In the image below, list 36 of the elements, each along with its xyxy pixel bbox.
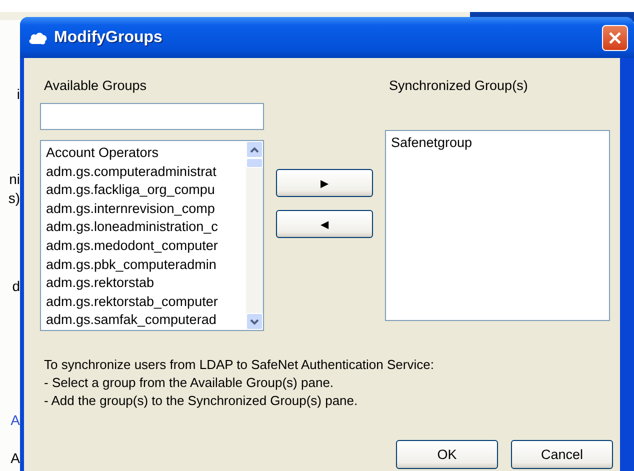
search-field[interactable] (40, 103, 264, 130)
background-text[interactable]: A (10, 412, 20, 428)
window-title: ModifyGroups (54, 28, 164, 46)
list-item[interactable]: adm.gs.loneadministration_c (46, 218, 246, 237)
list-item[interactable]: adm.gs.rektorstab (46, 274, 246, 293)
list-item[interactable]: Account Operators (46, 144, 246, 163)
available-groups-label: Available Groups (44, 78, 148, 95)
background-text: i (16, 86, 20, 102)
synchronized-groups-label: Synchronized Group(s) (389, 78, 529, 95)
list-item[interactable]: adm.gs.pbk_computeradmin (46, 256, 246, 274)
scroll-up-button[interactable] (246, 141, 263, 158)
cancel-button[interactable]: Cancel (511, 440, 613, 469)
list-item[interactable]: adm.gs.internrevision_comp (46, 200, 246, 218)
background-text: ni (9, 171, 20, 187)
list-item[interactable]: adm.gs.fackliga_org_compu (46, 181, 246, 200)
ok-button[interactable]: OK (396, 440, 498, 469)
list-item[interactable]: adm.gs.computeradministrat (46, 162, 246, 182)
list-item[interactable]: adm.gs.medodont_computer (46, 236, 246, 256)
background-text: d (12, 278, 20, 294)
synchronized-groups-list[interactable]: Safenetgroup (385, 130, 610, 321)
list-item[interactable]: Safenetgroup (391, 134, 609, 153)
instruction-text: To synchronize users from LDAP to SafeNet Authentication Service: (44, 356, 435, 374)
scrollbar[interactable] (246, 141, 263, 330)
arrow-button[interactable]: ◄ (276, 210, 373, 238)
close-button[interactable] (602, 24, 628, 50)
instruction-text: - Select a group from the Available Group(s) pane. (44, 374, 335, 392)
list-item[interactable]: adm.gs.rektorstab_computer (46, 292, 246, 312)
instruction-text: - Add the group(s) to the Synchronized Group(s) pane. (44, 392, 359, 410)
background-text: A (10, 450, 20, 466)
background-text: s) (8, 190, 20, 206)
scroll-thumb[interactable] (246, 158, 263, 168)
arrow-button[interactable]: ► (276, 169, 373, 197)
available-groups-list[interactable] (40, 140, 264, 331)
list-item[interactable]: adm.gs.samfak_computerad (46, 311, 246, 330)
scroll-down-button[interactable] (246, 313, 263, 330)
close-icon (608, 30, 622, 44)
